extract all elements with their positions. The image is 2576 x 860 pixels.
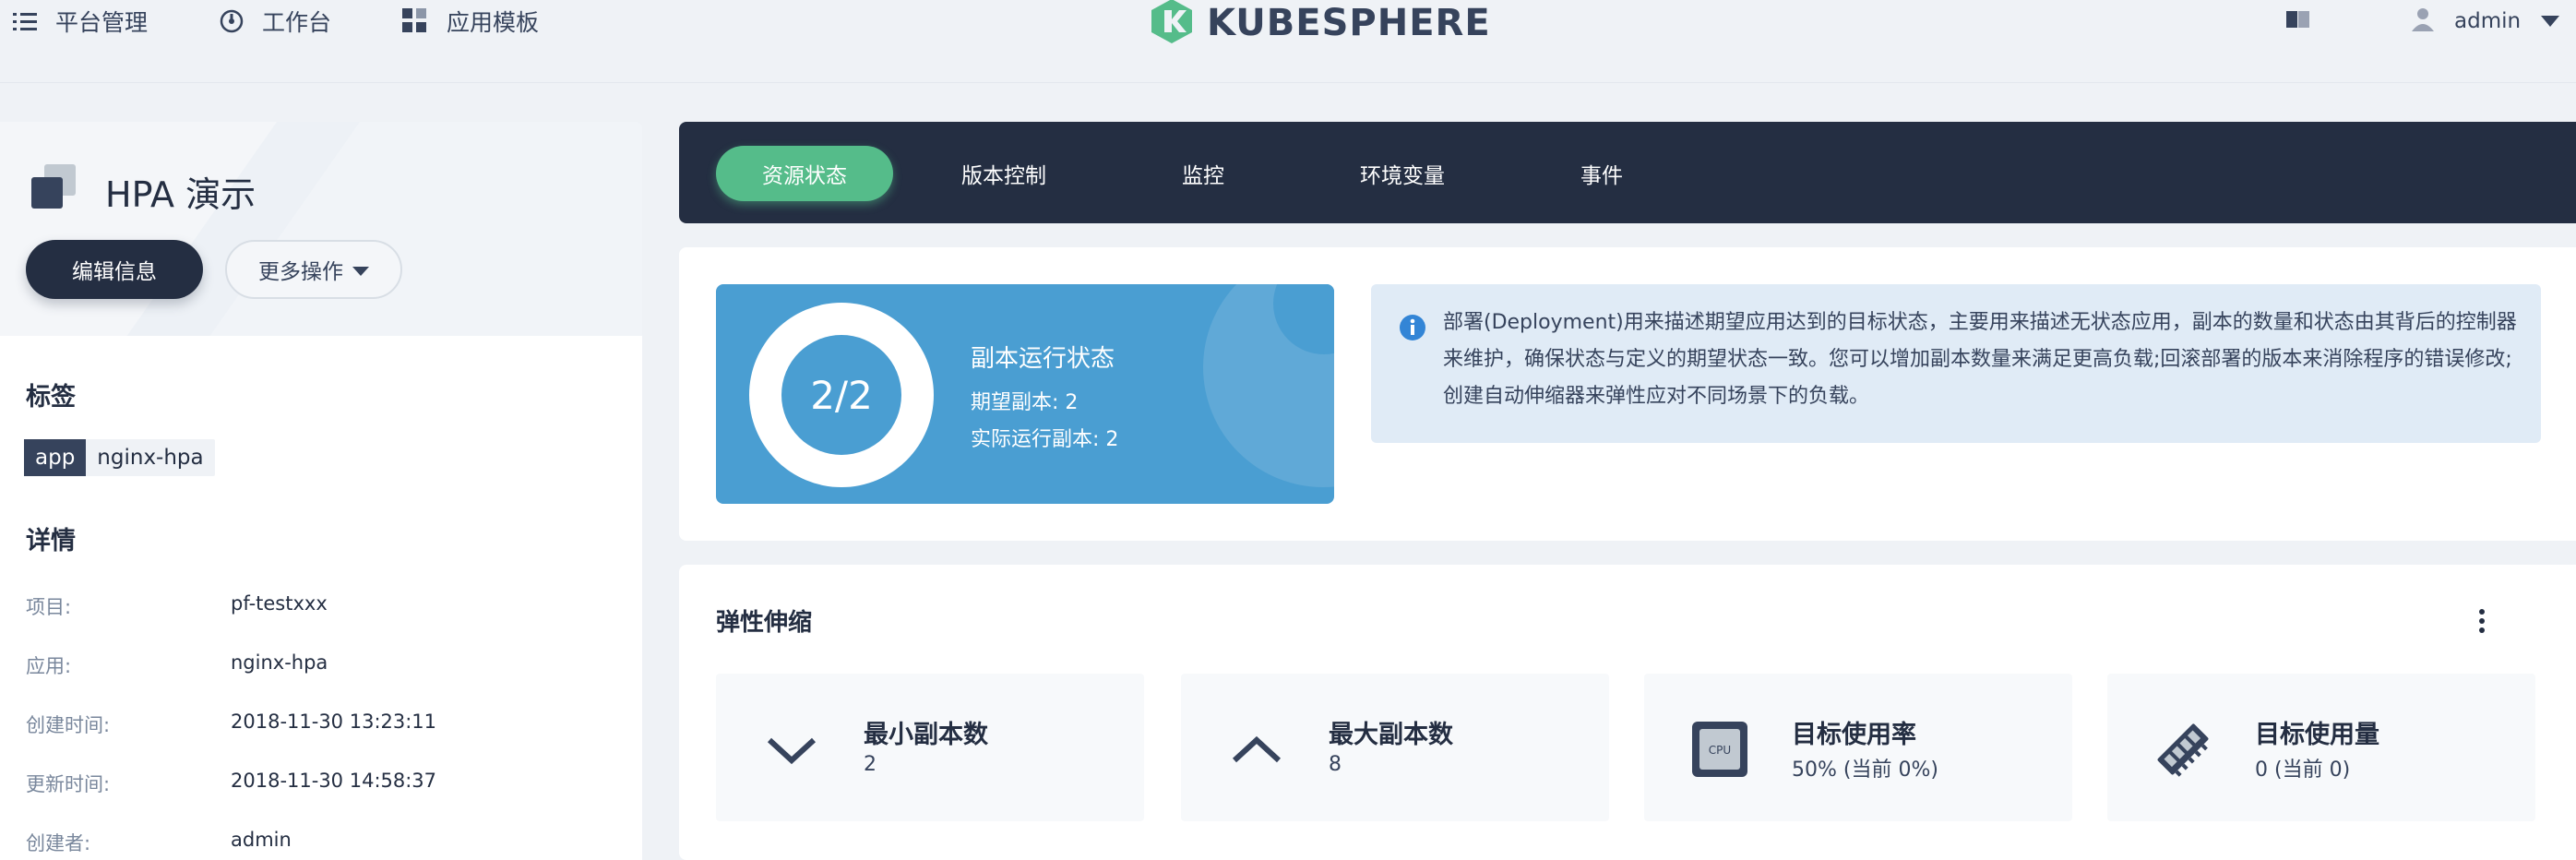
book-icon — [2286, 9, 2310, 33]
cpu-icon-text: CPU — [1709, 744, 1731, 757]
detail-value-creator: admin — [231, 829, 292, 851]
detail-label-updated: 更新时间: — [26, 773, 111, 795]
detail-label-app: 应用: — [26, 655, 72, 677]
tab-events[interactable]: 事件 — [1513, 146, 1690, 201]
replica-ratio: 2/2 — [781, 335, 901, 455]
kubesphere-logo[interactable]: KUBESPHERE — [1148, 0, 1491, 46]
tab-label: 监控 — [1182, 164, 1224, 188]
more-actions-label: 更多操作 — [258, 260, 343, 284]
cpu-icon: CPU — [1690, 720, 1749, 779]
hpa-target-utilization: CPU 目标使用率 50% (当前 0%) — [1644, 674, 2072, 821]
user-menu[interactable]: admin — [2412, 0, 2560, 42]
detail-panel: HPA 演示 编辑信息 更多操作 标签 app nginx-hpa 详情 项目:… — [0, 122, 642, 860]
resource-status-card: 2/2 副本运行状态 期望副本: 2 实际运行副本: 2 部署(Deployme… — [679, 247, 2576, 541]
tab-label: 环境变量 — [1360, 164, 1445, 188]
user-avatar-icon — [2412, 7, 2434, 35]
label-tag: app nginx-hpa — [24, 439, 215, 476]
list-icon — [13, 11, 37, 31]
kubesphere-logo-icon — [1148, 0, 1196, 49]
edit-info-label: 编辑信息 — [72, 260, 157, 284]
hpa-item-value: 50% (当前 0%) — [1792, 758, 1938, 782]
hpa-item-value: 0 (当前 0) — [2255, 758, 2351, 782]
info-icon — [1399, 314, 1426, 345]
replica-status-box: 2/2 副本运行状态 期望副本: 2 实际运行副本: 2 — [716, 284, 1334, 504]
label-key: app — [24, 439, 87, 476]
page-title: HPA 演示 — [105, 174, 256, 215]
book-icon-button[interactable] — [2286, 0, 2310, 42]
replica-status-title: 副本运行状态 — [971, 345, 1115, 373]
chevron-down-icon — [762, 720, 821, 779]
hpa-min-replicas: 最小副本数 2 — [716, 674, 1144, 821]
hpa-item-label: 目标使用率 — [1792, 721, 1916, 749]
detail-value-project: pf-testxxx — [231, 592, 328, 615]
grid-icon — [402, 8, 428, 34]
more-actions-button[interactable]: 更多操作 — [225, 240, 402, 299]
deployment-info-box: 部署(Deployment)用来描述期望应用达到的目标状态，主要用来描述无状态应… — [1371, 284, 2541, 443]
username: admin — [2454, 9, 2522, 33]
detail-value-app: nginx-hpa — [231, 651, 328, 674]
dashboard-icon — [220, 9, 244, 33]
hpa-item-value: 8 — [1329, 753, 1342, 776]
hpa-item-label: 最小副本数 — [864, 721, 988, 749]
hpa-max-replicas: 最大副本数 8 — [1181, 674, 1609, 821]
label-value: nginx-hpa — [97, 446, 204, 470]
nav-app-templates-label: 应用模板 — [447, 9, 540, 36]
detail-header: HPA 演示 编辑信息 更多操作 — [0, 122, 642, 336]
detail-value-created: 2018-11-30 13:23:11 — [231, 711, 437, 733]
tab-label: 事件 — [1580, 164, 1623, 188]
chevron-up-icon — [1227, 720, 1286, 779]
hpa-title: 弹性伸缩 — [716, 609, 813, 637]
deployment-icon — [31, 164, 79, 210]
hpa-item-label: 目标使用量 — [2255, 721, 2379, 749]
top-navbar: 平台管理 工作台 应用模板 KUBESPHERE admin — [0, 0, 2576, 83]
detail-label-creator: 创建者: — [26, 832, 91, 854]
tab-label: 资源状态 — [762, 164, 847, 188]
details-section-title: 详情 — [26, 527, 76, 555]
caret-down-icon — [352, 257, 369, 281]
edit-info-button[interactable]: 编辑信息 — [26, 240, 203, 299]
tab-environment-variables[interactable]: 环境变量 — [1314, 146, 1491, 201]
tab-monitoring[interactable]: 监控 — [1115, 146, 1292, 201]
detail-label-project: 项目: — [26, 596, 72, 618]
replica-donut: 2/2 — [749, 303, 934, 487]
nav-workbench[interactable]: 工作台 — [220, 0, 331, 42]
logo-text: KUBESPHERE — [1207, 2, 1491, 44]
hpa-item-value: 2 — [864, 753, 877, 776]
deployment-info-text: 部署(Deployment)用来描述期望应用达到的目标状态，主要用来描述无状态应… — [1443, 311, 2517, 408]
tab-label: 版本控制 — [961, 164, 1046, 188]
detail-label-created: 创建时间: — [26, 714, 111, 736]
caret-down-icon — [2541, 13, 2560, 30]
tab-resource-status[interactable]: 资源状态 — [716, 146, 893, 201]
memory-icon — [2153, 720, 2212, 779]
hpa-card: 弹性伸缩 最小副本数 2 最大副本数 8 CPU 目标使用率 50% (当前 0… — [679, 565, 2576, 860]
more-options-icon[interactable] — [2473, 607, 2491, 635]
tab-revision-control[interactable]: 版本控制 — [915, 146, 1092, 201]
nav-app-templates[interactable]: 应用模板 — [402, 0, 539, 42]
detail-value-updated: 2018-11-30 14:58:37 — [231, 770, 437, 792]
running-replicas: 实际运行副本: 2 — [971, 428, 1119, 451]
hpa-target-usage: 目标使用量 0 (当前 0) — [2107, 674, 2535, 821]
labels-section-title: 标签 — [26, 383, 76, 412]
hpa-item-label: 最大副本数 — [1329, 721, 1453, 749]
nav-workbench-label: 工作台 — [262, 9, 332, 36]
nav-platform-management[interactable]: 平台管理 — [13, 0, 148, 42]
desired-replicas: 期望副本: 2 — [971, 391, 1079, 414]
tab-bar: 资源状态 版本控制 监控 环境变量 事件 — [679, 122, 2576, 223]
nav-platform-label: 平台管理 — [55, 9, 149, 36]
